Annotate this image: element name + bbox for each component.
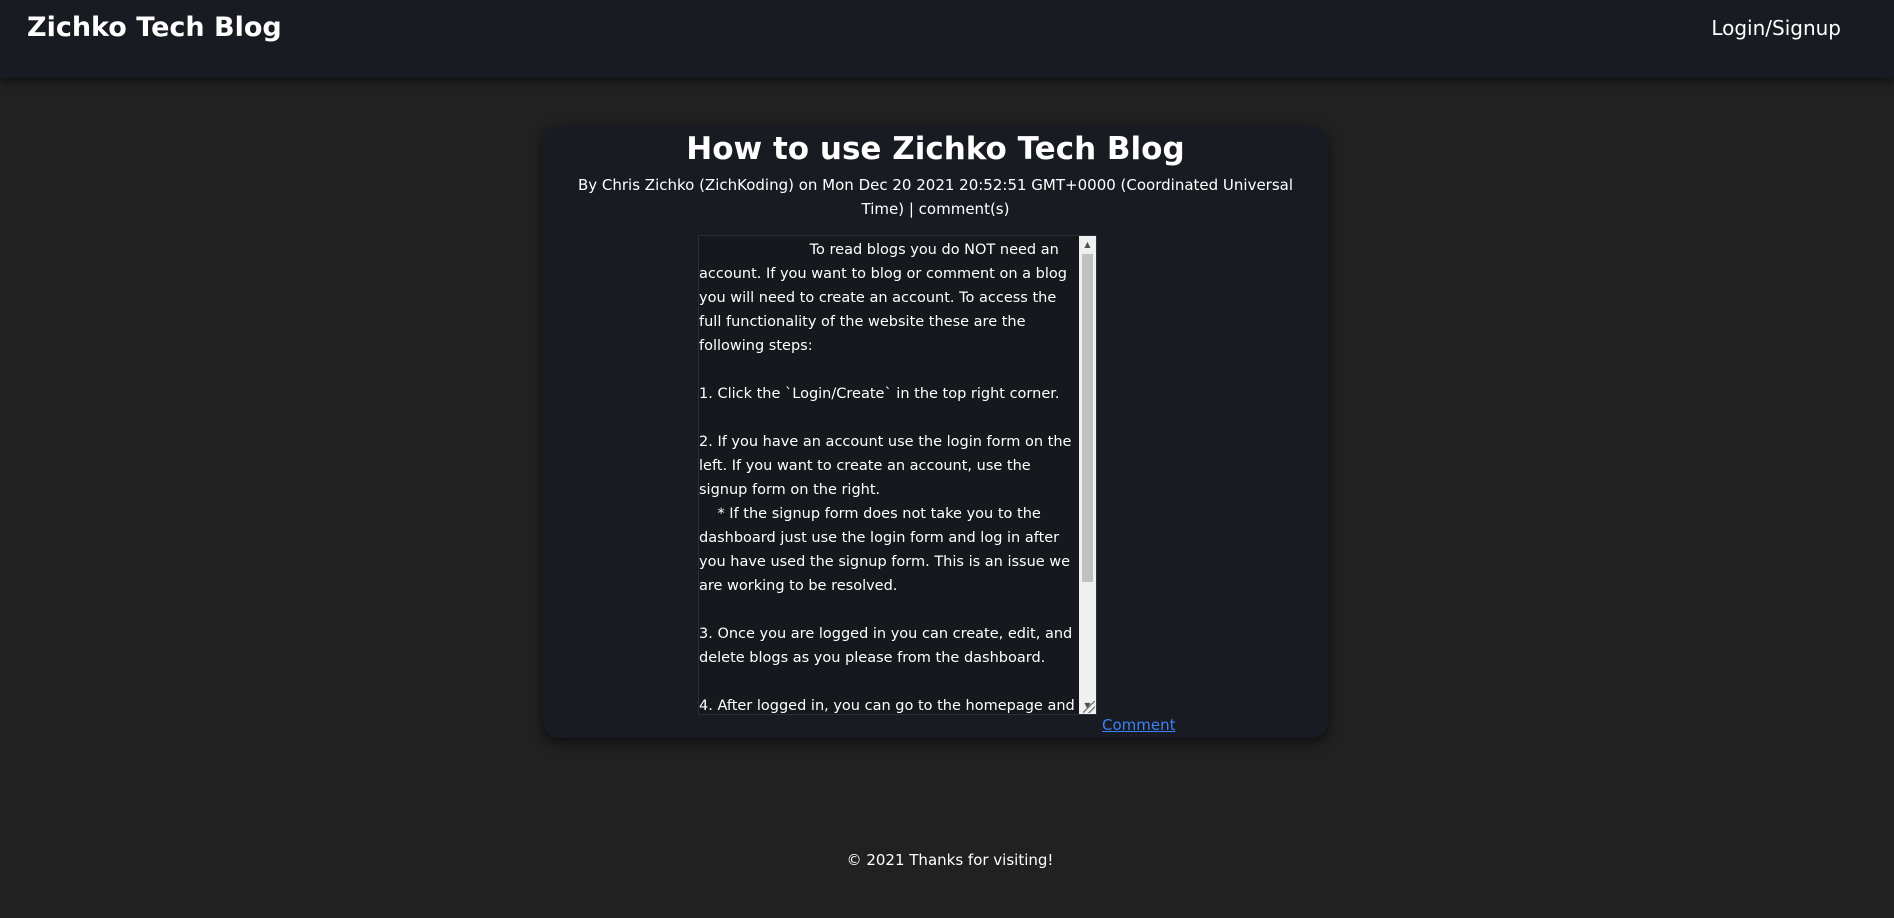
login-signup-link[interactable]: Login/Signup xyxy=(1711,16,1841,40)
comment-link[interactable]: Comment xyxy=(1102,716,1176,734)
scroll-up-arrow-icon[interactable]: ▲ xyxy=(1079,236,1096,253)
post-meta: By Chris Zichko (ZichKoding) on Mon Dec … xyxy=(577,176,1294,218)
navbar: Zichko Tech Blog Login/Signup xyxy=(0,0,1894,78)
footer-text: © 2021 Thanks for visiting! xyxy=(846,851,1054,869)
resize-grip-icon[interactable] xyxy=(1083,701,1095,713)
post-body-text: To read blogs you do NOT need an account… xyxy=(699,242,1075,714)
site-title-link[interactable]: Zichko Tech Blog xyxy=(27,12,282,43)
post-card: How to use Zichko Tech Blog By Chris Zic… xyxy=(543,126,1328,738)
scroll-thumb[interactable] xyxy=(1082,254,1093,582)
post-body-scrollbar[interactable]: ▲ ▼ xyxy=(1079,236,1096,714)
post-body-textarea[interactable]: To read blogs you do NOT need an account… xyxy=(698,235,1097,715)
post-title: How to use Zichko Tech Blog xyxy=(686,131,1185,167)
